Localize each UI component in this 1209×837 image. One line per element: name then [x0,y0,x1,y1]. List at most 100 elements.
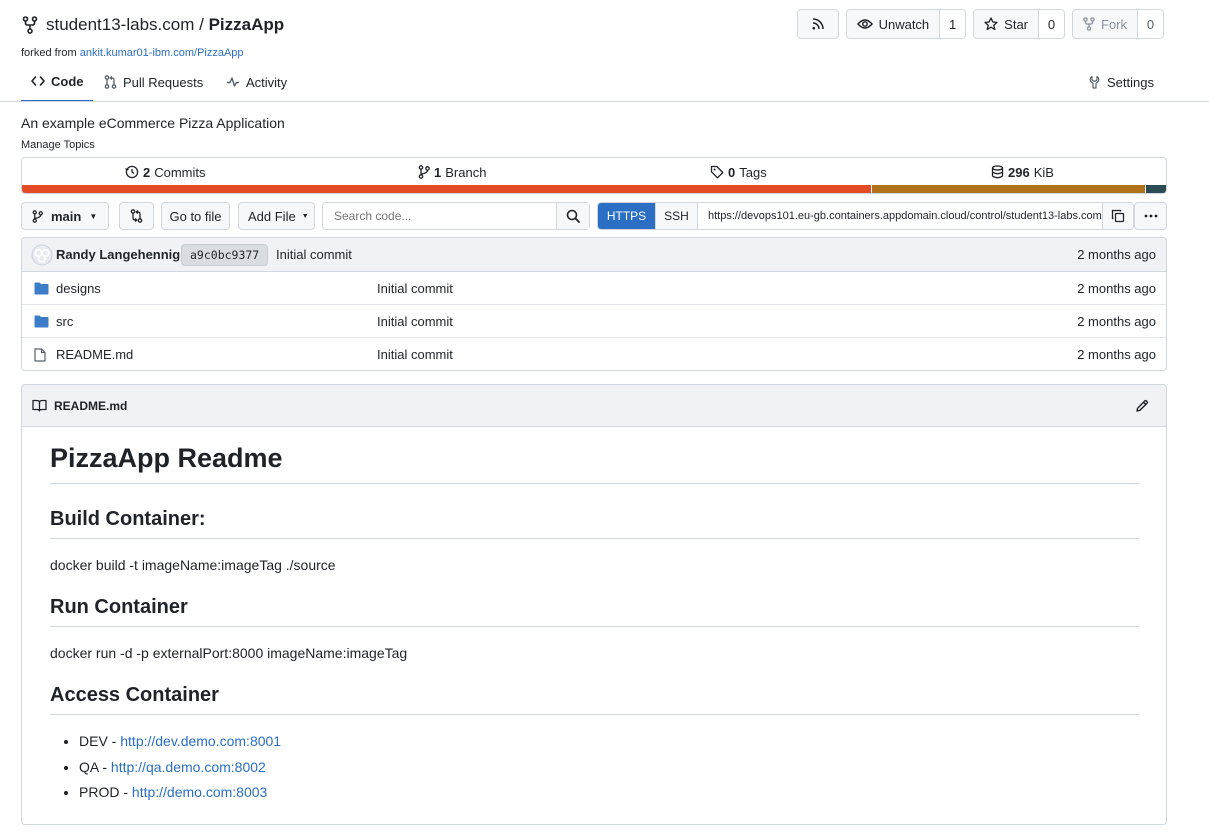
last-commit-bar: Randy Langehennig a9c0bc9377 Initial com… [22,238,1166,272]
branch-selector[interactable]: main ▼ [21,202,109,230]
forked-from-link[interactable]: ankit.kumar01-ibm.com/PizzaApp [80,47,244,59]
file-commit-time: 2 months ago [1077,347,1156,362]
language-segment [870,185,1146,193]
star-button[interactable]: Star [974,10,1038,38]
more-options-button[interactable] [1134,202,1167,230]
run-heading: Run Container [50,574,1139,627]
compare-button[interactable] [119,202,154,230]
repo-link[interactable]: PizzaApp [209,15,285,34]
readme-heading: PizzaApp Readme [50,427,1139,484]
search-input[interactable] [323,203,556,229]
size-value: 296 [1008,164,1030,180]
environment-separator: - [107,733,121,749]
tab-activity-label: Activity [246,74,288,90]
environment-list: DEV - http://dev.demo.com:8001 QA - http:… [50,715,1139,806]
commit-author[interactable]: Randy Langehennig [56,238,180,271]
readme-header: README.md [22,385,1166,427]
file-commit-time: 2 months ago [1077,280,1156,296]
commit-message[interactable]: Initial commit [276,238,352,271]
unwatch-label: Unwatch [878,16,930,32]
code-icon [31,75,45,87]
tab-activity[interactable]: Activity [226,62,287,102]
search-button[interactable] [556,203,589,229]
access-heading: Access Container [50,662,1139,715]
environment-label: DEV [79,733,108,749]
environment-separator: - [119,784,132,800]
history-icon [125,165,139,179]
pencil-icon [1135,399,1149,413]
fork-button[interactable]: Fork [1073,10,1137,38]
tab-code[interactable]: Code [21,62,93,102]
star-count[interactable]: 0 [1038,10,1064,38]
caret-down-icon: ▼ [301,212,309,220]
branch-name: main [51,208,82,224]
tag-icon [710,165,724,179]
run-command: docker run -d -p externalPort:8000 image… [50,645,408,661]
file-commit-message[interactable]: Initial commit [377,272,453,304]
environment-link[interactable]: http://dev.demo.com:8001 [120,733,281,749]
database-icon [991,165,1004,179]
rss-button[interactable] [796,9,839,39]
ssh-toggle[interactable]: SSH [655,203,697,229]
forked-from-label: forked from [21,47,77,59]
file-name[interactable]: designs [56,272,101,304]
tab-settings-label: Settings [1107,74,1154,90]
file-name[interactable]: src [56,305,73,337]
branch-stat[interactable]: 1 Branch [418,158,486,186]
compare-icon [130,209,143,223]
tab-pull-requests[interactable]: Pull Requests [104,62,203,102]
folder-icon [34,272,49,304]
manage-topics-link[interactable]: Manage Topics [21,139,95,151]
file-commit-message[interactable]: Initial commit [377,338,453,370]
readme-content: PizzaApp Readme Build Container: docker … [50,427,1139,806]
header-actions: Unwatch 1 Star 0 Fork 0 [796,9,1164,39]
file-commit-time: 2 months ago [1077,313,1156,329]
file-commit-message[interactable]: Initial commit [377,305,453,337]
book-icon [32,399,47,412]
commit-time: 2 months ago [1077,247,1156,262]
file-icon [34,338,46,370]
owner-link[interactable]: student13-labs.com [46,15,194,34]
folder-icon [34,305,49,337]
repo-title: student13-labs.com / PizzaApp [22,12,284,38]
environment-link[interactable]: http://qa.demo.com:8002 [111,759,266,775]
environment-item: PROD - http://demo.com:8003 [79,780,1139,806]
environment-label: QA [79,758,99,775]
tab-code-label: Code [51,73,84,89]
branch-label: Branch [445,164,487,180]
unwatch-button[interactable]: Unwatch [846,10,940,38]
file-row[interactable]: designs Initial commit 2 months ago [22,272,1166,305]
branch-icon [32,209,43,223]
star-group: Star 0 [973,9,1065,39]
commits-count: 2 [143,164,151,180]
wrench-icon [1088,75,1101,89]
https-toggle[interactable]: HTTPS [598,203,655,229]
readme-panel: README.md PizzaApp Readme Build Containe… [21,384,1167,825]
tab-settings[interactable]: Settings [1088,62,1154,102]
fork-label: Fork [1101,16,1127,32]
clone-url[interactable]: https://devops101.eu-gb.containers.appdo… [697,203,1102,229]
size-unit: KiB [1033,164,1054,180]
commits-stat[interactable]: 2 Commits [125,158,206,186]
file-row[interactable]: src Initial commit 2 months ago [22,305,1166,338]
search-icon [566,209,580,223]
commits-label: Commits [154,164,206,180]
copy-url-button[interactable] [1102,203,1132,229]
file-row[interactable]: README.md Initial commit 2 months ago [22,338,1166,370]
clone-url-group: HTTPS SSH https://devops101.eu-gb.contai… [597,202,1134,230]
repo-tabs: Code Pull Requests Activity Settings [21,62,1209,102]
add-file-button[interactable]: Add File ▼ [238,202,315,230]
watch-count[interactable]: 1 [939,10,966,38]
file-name[interactable]: README.md [56,338,133,370]
language-segment [1145,185,1166,193]
path-separator: / [199,15,204,34]
go-to-file-button[interactable]: Go to file [161,202,230,230]
commit-sha[interactable]: a9c0bc9377 [181,243,269,266]
edit-readme-button[interactable] [1135,385,1149,426]
tags-stat[interactable]: 0 Tags [710,158,767,186]
caret-down-icon: ▼ [89,211,98,221]
environment-link[interactable]: http://demo.com:8003 [132,784,267,800]
fork-count[interactable]: 0 [1137,10,1163,38]
language-segment [22,185,871,193]
environment-item: QA - http://qa.demo.com:8002 [79,755,1139,781]
